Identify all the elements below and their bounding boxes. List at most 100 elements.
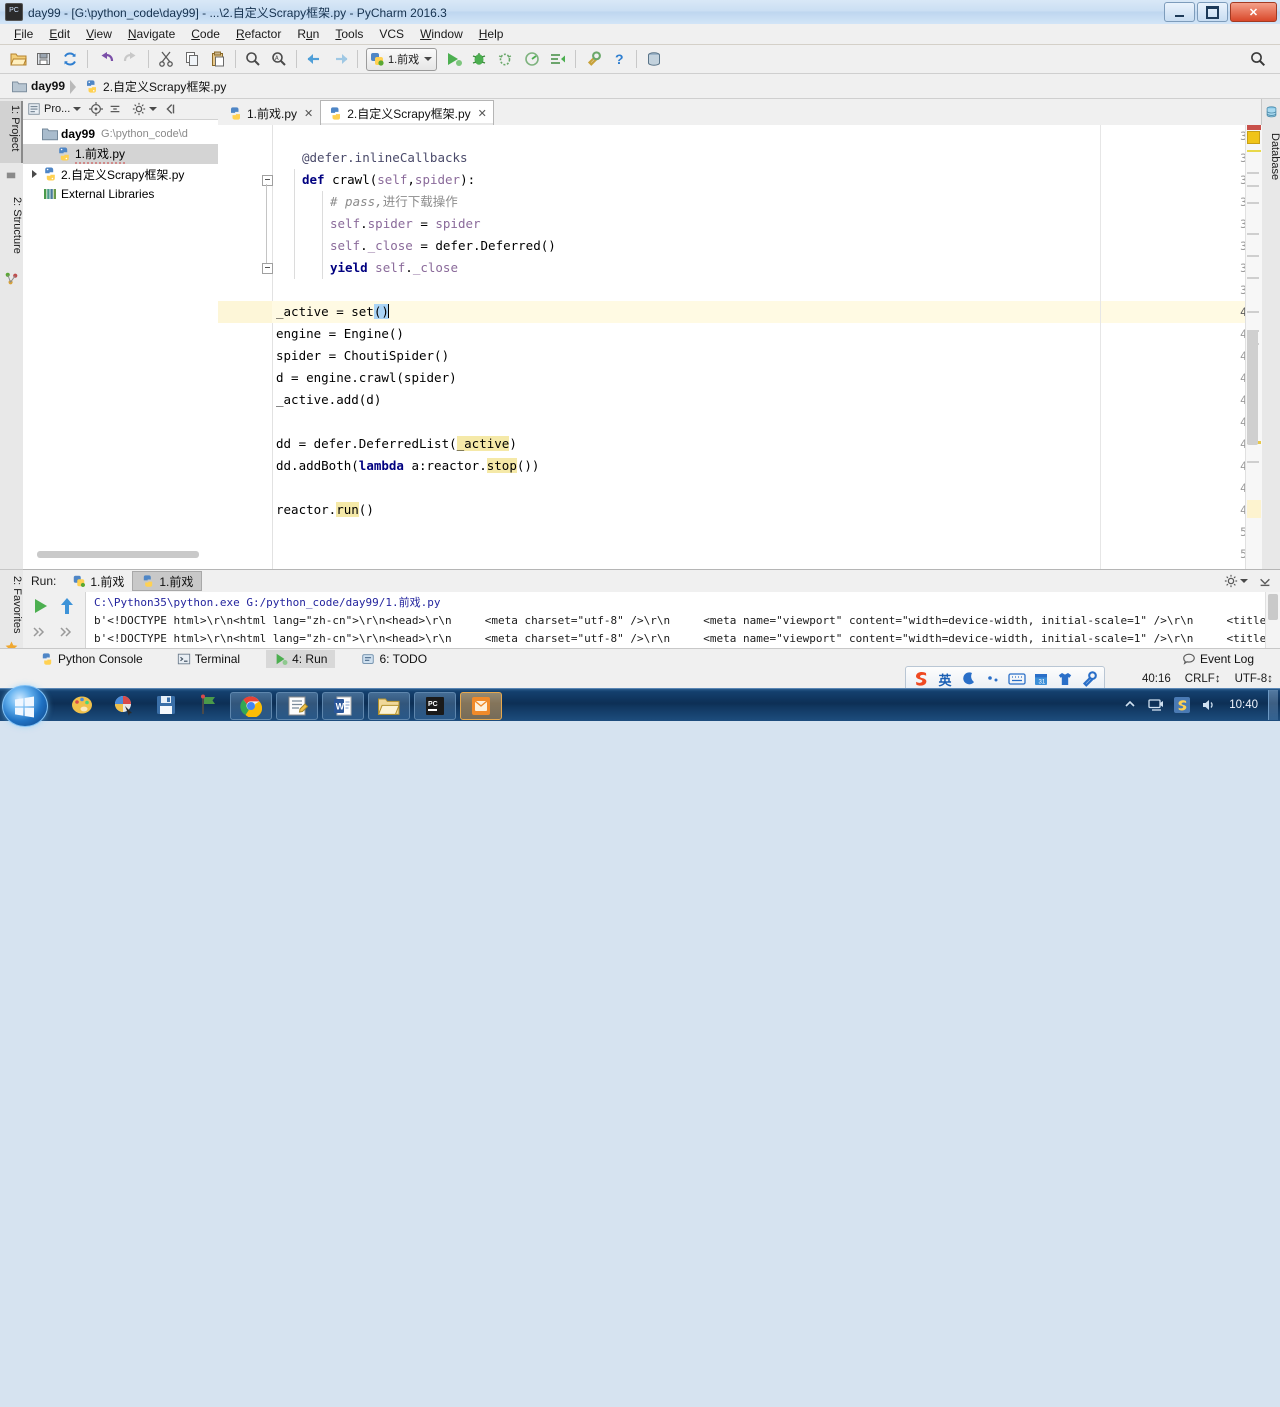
breadcrumb-item-project[interactable]: day99 — [8, 77, 69, 96]
hide-panel-icon[interactable] — [1256, 573, 1273, 590]
sidebar-item-project[interactable]: 1: Project — [0, 101, 23, 163]
tray-expand-icon[interactable] — [1120, 695, 1140, 715]
debug-icon[interactable] — [468, 47, 492, 71]
menu-navigate[interactable]: Navigate — [120, 25, 183, 43]
sidebar-item-structure[interactable]: 2: Structure — [0, 193, 23, 269]
moon-icon[interactable] — [959, 670, 979, 688]
line-separator-status[interactable]: CRLF↕ — [1185, 673, 1221, 685]
taskbar-paint-cursor-icon[interactable] — [104, 692, 144, 718]
expand-more-icon[interactable] — [31, 624, 53, 646]
tree-node-day99[interactable]: day99 G:\python_code\d — [23, 124, 218, 144]
find-icon[interactable] — [241, 47, 265, 71]
taskbar-chrome-icon[interactable] — [230, 692, 272, 720]
settings-gear-icon[interactable] — [1222, 573, 1239, 590]
settings-wrench-icon[interactable] — [581, 47, 605, 71]
menu-refactor[interactable]: Refactor — [228, 25, 289, 43]
target-locate-icon[interactable] — [87, 101, 104, 118]
attach-process-icon[interactable] — [546, 47, 570, 71]
hide-panel-icon[interactable] — [161, 101, 178, 118]
taskbar-explorer-icon[interactable] — [368, 692, 410, 720]
help-icon[interactable]: ? — [607, 47, 631, 71]
editor-vertical-scrollbar[interactable] — [1247, 330, 1258, 445]
breadcrumb-item-file[interactable]: 2.自定义Scrapy框架.py — [80, 77, 230, 96]
menu-file[interactable]: File — [6, 25, 41, 43]
bottom-item-python-console[interactable]: Python Console — [32, 650, 151, 669]
comma-period-icon[interactable] — [983, 670, 1003, 688]
cut-icon[interactable] — [154, 47, 178, 71]
chevron-down-icon[interactable] — [424, 57, 433, 61]
maximize-button[interactable] — [1197, 2, 1228, 22]
toolbox-wrench-icon[interactable] — [1079, 670, 1099, 688]
taskbar-pycharm-icon[interactable]: PC — [414, 692, 456, 720]
event-log-button[interactable]: Event Log — [1174, 650, 1262, 669]
forward-icon[interactable] — [328, 47, 352, 71]
skin-shirt-icon[interactable] — [1055, 670, 1075, 688]
taskbar-word-icon[interactable]: W — [322, 692, 364, 720]
tree-node-qianxi-py[interactable]: 1.前戏.py — [23, 144, 218, 164]
tray-network-icon[interactable] — [1146, 695, 1166, 715]
console-vertical-scrollbar[interactable] — [1265, 592, 1280, 649]
collapse-all-icon[interactable] — [106, 101, 123, 118]
close-button[interactable]: ✕ — [1230, 2, 1277, 22]
menu-help[interactable]: Help — [471, 25, 512, 43]
project-view-selector-icon[interactable] — [27, 102, 41, 116]
run-tab-2[interactable]: 1.前戏 — [132, 571, 203, 591]
caret-position-status[interactable]: 40:16 — [1142, 673, 1171, 685]
menu-run[interactable]: Run — [289, 25, 327, 43]
taskbar-save-icon[interactable] — [146, 692, 186, 718]
run-console-output[interactable]: C:\Python35\python.exe G:/python_code/da… — [86, 592, 1266, 649]
menu-tools[interactable]: Tools — [327, 25, 371, 43]
minimize-button[interactable] — [1164, 2, 1195, 22]
code-text[interactable]: @defer.inlineCallbacks def crawl(self,sp… — [272, 125, 1261, 569]
copy-icon[interactable] — [180, 47, 204, 71]
expand-more-2-icon[interactable] — [58, 624, 80, 646]
taskbar-orange-app-icon[interactable] — [460, 692, 502, 720]
menu-vcs[interactable]: VCS — [371, 25, 412, 43]
tree-node-scrapy-py[interactable]: 2.自定义Scrapy框架.py — [23, 164, 218, 184]
close-icon[interactable]: ✕ — [478, 107, 487, 120]
tree-node-external-libraries[interactable]: External Libraries — [23, 184, 218, 204]
database-toolbar-icon[interactable] — [642, 47, 666, 71]
replace-icon[interactable]: A — [267, 47, 291, 71]
taskbar-palette-icon[interactable] — [62, 692, 102, 718]
coverage-icon[interactable] — [494, 47, 518, 71]
twisty-open-icon[interactable] — [29, 129, 40, 140]
sync-refresh-icon[interactable] — [58, 47, 82, 71]
bottom-item-run[interactable]: 4: Run — [266, 649, 336, 669]
taskbar-clock[interactable]: 10:40 — [1229, 699, 1258, 711]
menu-edit[interactable]: Edit — [41, 25, 78, 43]
close-icon[interactable]: ✕ — [304, 107, 313, 120]
chevron-down-icon[interactable] — [1240, 579, 1248, 583]
redo-icon[interactable] — [119, 47, 143, 71]
twisty-closed-icon[interactable] — [29, 169, 40, 180]
warning-marker[interactable] — [1247, 131, 1260, 144]
sidebar-item-database[interactable]: Database — [1262, 133, 1280, 180]
tray-volume-icon[interactable] — [1198, 695, 1218, 715]
profile-icon[interactable] — [520, 47, 544, 71]
run-icon[interactable] — [442, 47, 466, 71]
open-folder-icon[interactable] — [6, 47, 30, 71]
save-all-icon[interactable] — [32, 47, 56, 71]
encoding-status[interactable]: UTF-8↕ — [1235, 673, 1273, 685]
sogou-logo-icon[interactable] — [911, 670, 931, 688]
keyboard-icon[interactable] — [1007, 670, 1027, 688]
run-tab-1[interactable]: 1.前戏 — [64, 571, 132, 591]
tray-sogou-icon[interactable] — [1172, 695, 1192, 715]
calendar-icon[interactable]: 31 — [1031, 670, 1051, 688]
ime-mode-label[interactable]: 英 — [935, 670, 955, 688]
chevron-down-icon[interactable] — [149, 107, 158, 111]
taskbar-flag-tool-icon[interactable] — [188, 692, 228, 718]
bottom-item-terminal[interactable]: Terminal — [169, 650, 248, 669]
windows-start-orb[interactable] — [2, 685, 48, 727]
show-desktop-button[interactable] — [1268, 690, 1278, 720]
scroll-up-icon[interactable] — [58, 596, 80, 618]
editor-tab-scrapy[interactable]: 2.自定义Scrapy框架.py ✕ — [320, 100, 494, 125]
rerun-icon[interactable] — [31, 596, 53, 618]
back-icon[interactable] — [302, 47, 326, 71]
editor-tab-qianxi[interactable]: 1.前戏.py ✕ — [220, 100, 320, 125]
sidebar-item-favorites[interactable]: 2: Favorites — [0, 572, 23, 642]
search-everywhere-icon[interactable] — [1246, 47, 1270, 71]
paste-icon[interactable] — [206, 47, 230, 71]
menu-code[interactable]: Code — [183, 25, 228, 43]
settings-gear-icon[interactable] — [130, 101, 147, 118]
